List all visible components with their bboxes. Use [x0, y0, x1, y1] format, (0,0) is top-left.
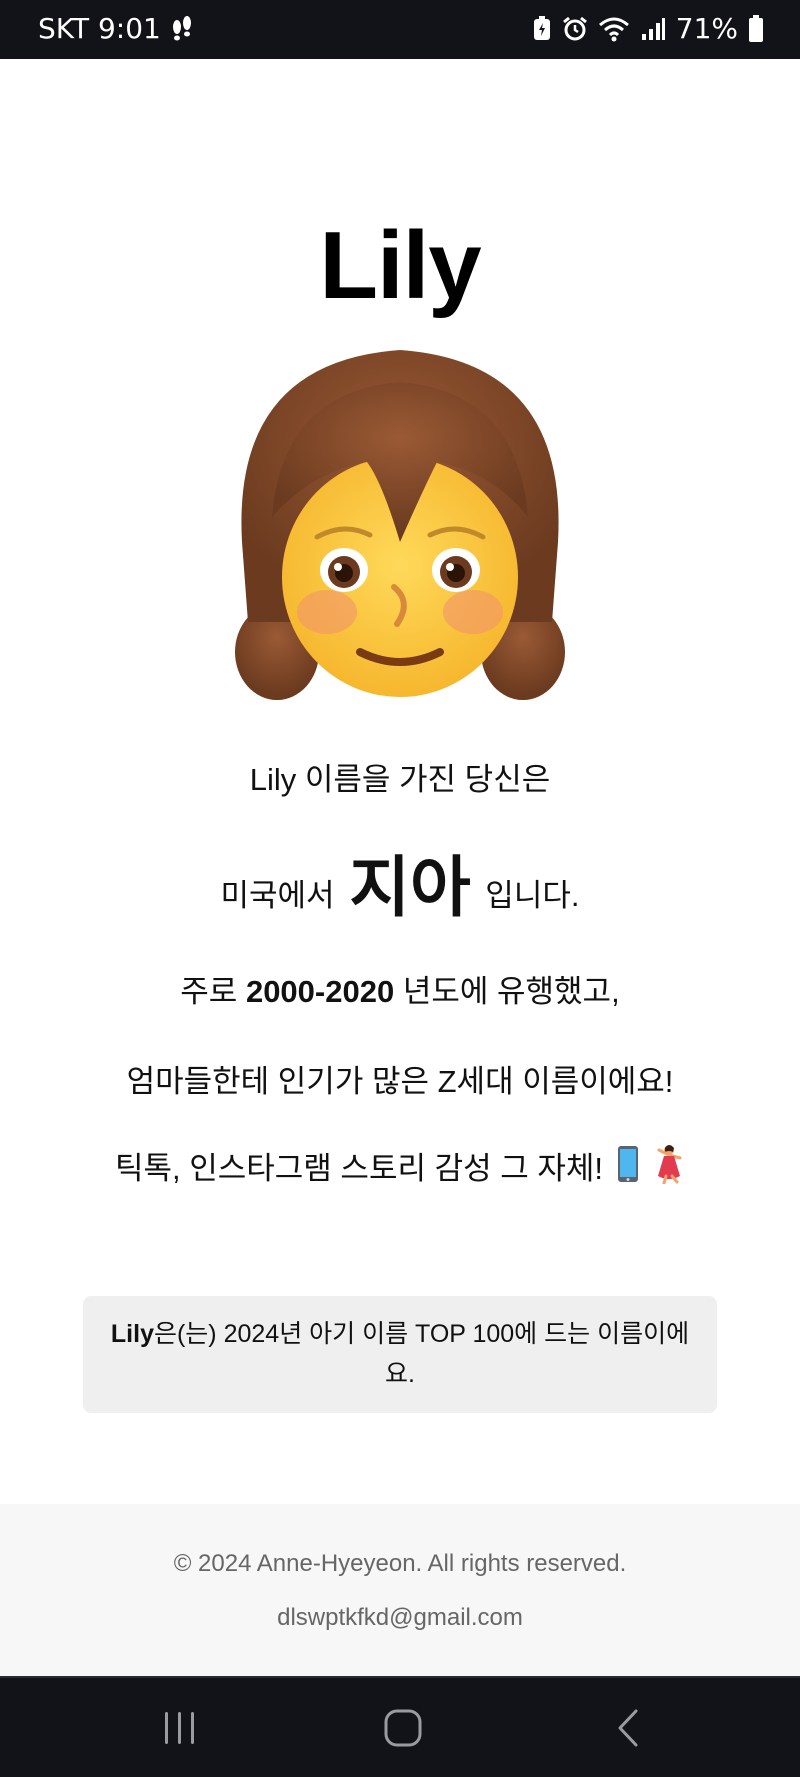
- home-icon[interactable]: [373, 1700, 433, 1756]
- status-bar: SKT 9:01 71%: [0, 0, 800, 59]
- vibe-text: 틱톡, 인스타그램 스토리 감성 그 자체!: [114, 1151, 604, 1186]
- translation-suffix: 입니다.: [485, 878, 580, 913]
- recent-apps-icon[interactable]: [150, 1700, 210, 1756]
- translation-prefix: 미국에서: [220, 878, 335, 913]
- alarm-icon: [562, 16, 588, 42]
- footer-copyright: © 2024 Anne-Hyeyeon. All rights reserved…: [173, 1550, 627, 1577]
- footer-email[interactable]: dlswptkfkd@gmail.com: [0, 1602, 800, 1634]
- translation-line: 미국에서 지아 입니다.: [0, 848, 800, 935]
- back-icon[interactable]: [597, 1700, 657, 1756]
- era-suffix: 년도에 유행했고,: [402, 974, 620, 1009]
- battery-percent: 71%: [675, 12, 738, 45]
- era-years: 2000-2020: [245, 974, 395, 1009]
- era-prefix: 주로: [180, 974, 238, 1009]
- status-left: SKT 9:01: [38, 12, 193, 46]
- notice-text: 은(는) 2024년 아기 이름 TOP 100에 드는 이름이에요.: [153, 1320, 690, 1388]
- era-line: 주로 2000-2020 년도에 유행했고,: [0, 972, 800, 1012]
- wifi-icon: [598, 16, 630, 42]
- name-title: Lily: [319, 212, 481, 319]
- battery-saver-icon: [532, 16, 552, 42]
- system-nav-bar: [0, 1676, 800, 1777]
- footsteps-icon: [171, 15, 193, 43]
- intro-line: Lily 이름을 가진 당신은: [249, 762, 551, 797]
- signal-icon: [640, 16, 666, 42]
- top100-notice: Lily은(는) 2024년 아기 이름 TOP 100에 드는 이름이에요.: [83, 1296, 717, 1413]
- vibe-line: 틱톡, 인스타그램 스토리 감성 그 자체!: [0, 1144, 800, 1194]
- notice-name: Lily: [110, 1320, 154, 1348]
- dancer-emoji: [653, 1144, 685, 1194]
- carrier-time: SKT 9:01: [38, 12, 161, 45]
- popularity-line: 엄마들한테 인기가 많은 Z세대 이름이에요!: [126, 1064, 674, 1099]
- status-right: 71%: [532, 12, 764, 46]
- footer: © 2024 Anne-Hyeyeon. All rights reserved…: [0, 1504, 800, 1676]
- mobile-phone-emoji: [617, 1145, 639, 1193]
- korean-name-highlight: 지아: [349, 850, 471, 924]
- battery-icon: [748, 15, 764, 43]
- girl-emoji: [232, 342, 568, 702]
